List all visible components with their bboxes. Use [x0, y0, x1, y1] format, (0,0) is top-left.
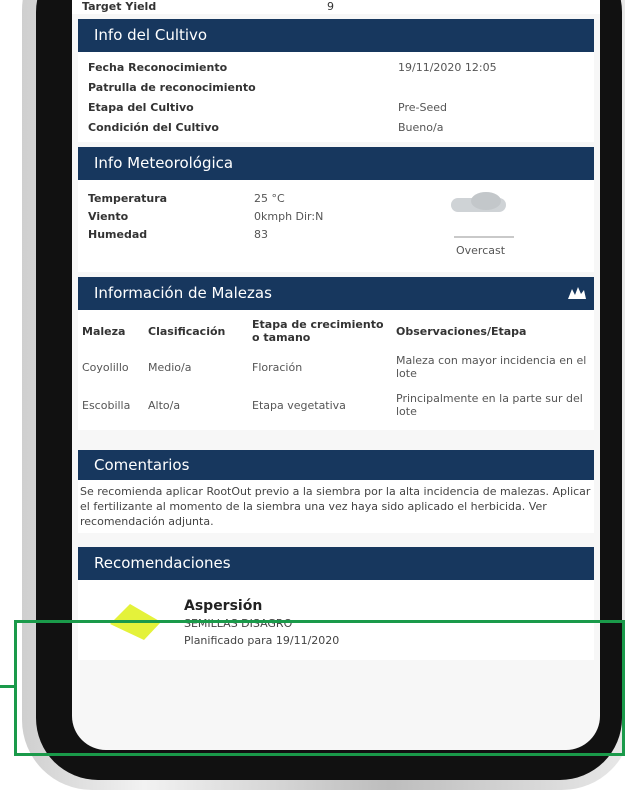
malezas-body: Maleza Clasificación Etapa de crecimient… [78, 310, 594, 430]
meteo-label: Temperatura [88, 192, 168, 205]
meteo-label: Viento [88, 210, 129, 223]
cultivo-row: Fecha Reconocimiento 19/11/2020 12:05 [78, 58, 594, 78]
table-cell: Alto/a [148, 398, 181, 412]
cultivo-label: Patrulla de reconocimiento [88, 81, 256, 94]
column-header: Clasificación [148, 324, 226, 338]
table-cell: Floración [252, 360, 303, 374]
highlight-box [14, 620, 625, 756]
cultivo-row: Patrulla de reconocimiento [78, 78, 594, 98]
meteo-value: 83 [254, 228, 268, 241]
table-cell: Maleza con mayor incidencia en el lote [396, 354, 587, 380]
meteo-value: 0kmph Dir:N [254, 210, 324, 223]
section-header-comentarios: Comentarios [78, 450, 594, 480]
table-row: Coyolillo Medio/a Floración Maleza con m… [78, 346, 594, 384]
table-cell: Coyolillo [82, 360, 129, 374]
meteo-row: Humedad 83 [78, 226, 594, 244]
meteo-body: Temperatura 25 °C Viento 0kmph Dir:N Hum… [78, 180, 594, 272]
table-cell: Etapa vegetativa [252, 398, 346, 412]
column-header: Maleza [82, 324, 126, 338]
malezas-table: Maleza Clasificación Etapa de crecimient… [78, 316, 594, 422]
meteo-value: 25 °C [254, 192, 285, 205]
highlight-pointer [0, 685, 14, 688]
table-row: Escobilla Alto/a Etapa vegetativa Princi… [78, 384, 594, 422]
cultivo-value: 19/11/2020 12:05 [398, 61, 497, 74]
section-header-malezas: Información de Malezas [78, 277, 594, 310]
cultivo-row: Etapa del Cultivo Pre-Seed [78, 98, 594, 118]
target-yield-row: Target Yield 9 [72, 0, 600, 14]
cultivo-label: Etapa del Cultivo [88, 101, 194, 114]
section-header-recomendaciones: Recomendaciones [78, 547, 594, 580]
target-yield-value: 9 [327, 0, 334, 13]
section-header-cultivo: Info del Cultivo [78, 19, 594, 52]
cultivo-body: Fecha Reconocimiento 19/11/2020 12:05 Pa… [78, 52, 594, 142]
weather-condition: Overcast [456, 244, 506, 257]
cloud-icon [443, 192, 523, 214]
cultivo-label: Condición del Cultivo [88, 121, 219, 134]
meteo-label: Humedad [88, 228, 148, 241]
malezas-title: Información de Malezas [94, 284, 272, 302]
column-header: Etapa de crecimiento o tamano [252, 318, 384, 344]
cultivo-row: Condición del Cultivo Bueno/a [78, 118, 594, 138]
weather-divider [454, 236, 514, 238]
cultivo-value: Bueno/a [398, 121, 444, 134]
section-header-meteo: Info Meteorológica [78, 147, 594, 180]
table-cell: Escobilla [82, 398, 131, 412]
target-yield-label: Target Yield [82, 0, 157, 13]
table-header-row: Maleza Clasificación Etapa de crecimient… [78, 316, 594, 346]
cultivo-label: Fecha Reconocimiento [88, 61, 228, 74]
column-header: Observaciones/Etapa [396, 324, 527, 338]
table-cell: Principalmente en la parte sur del lote [396, 392, 583, 418]
comment-text: Se recomienda aplicar RootOut previo a l… [78, 480, 594, 533]
table-cell: Medio/a [148, 360, 192, 374]
recommendation-title: Aspersión [184, 598, 263, 614]
cultivo-value: Pre-Seed [398, 101, 447, 114]
weed-icon [568, 287, 586, 299]
